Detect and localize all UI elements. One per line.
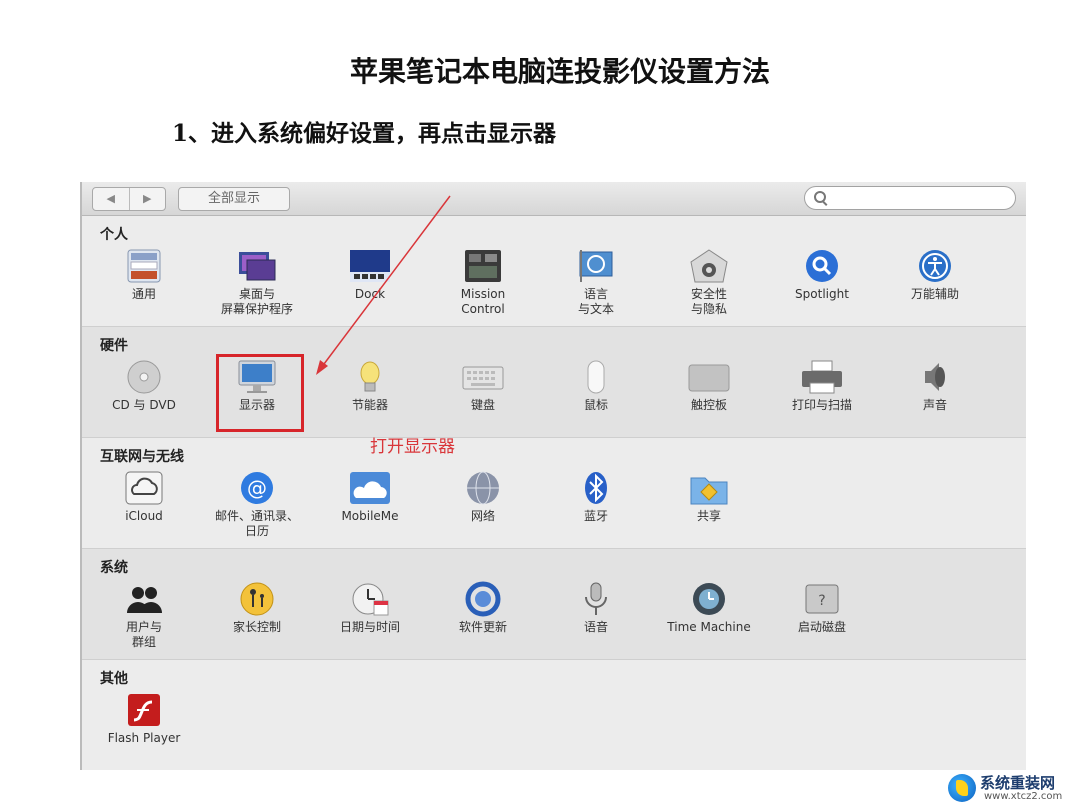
annotation-text: 打开显示器 [370, 437, 455, 457]
site-logo-icon [948, 774, 976, 802]
system-preferences-screenshot: ◀ ▶ 全部显示 个人 通用 桌面与 屏幕保护程序 Dock Mission C… [80, 182, 1026, 770]
page-title: 苹果笔记本电脑连投影仪设置方法 [349, 55, 770, 88]
watermark-url: www.xtcz2.com [984, 791, 1063, 802]
watermark-name: 系统重装网 [980, 774, 1056, 792]
watermark: 系统重装网 www.xtcz2.com [948, 768, 1078, 808]
annotation-arrow [316, 195, 451, 375]
step-instruction: 1、进入系统偏好设置，再点击显示器 [172, 120, 557, 147]
